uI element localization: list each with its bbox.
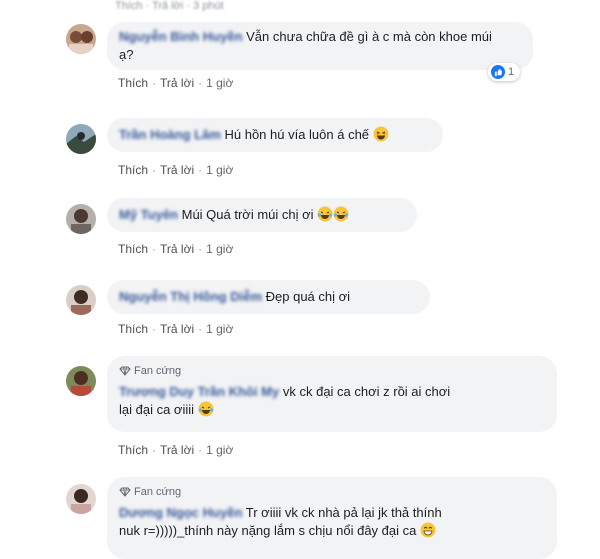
like-icon bbox=[491, 65, 505, 79]
laughing-emoji-icon bbox=[373, 126, 389, 142]
avatar[interactable] bbox=[66, 285, 96, 315]
comment-bubble: Fan cứng Dương Ngọc Huyền Tr ơiiii vk ck… bbox=[107, 477, 557, 559]
comment-text: nuk r=)))))_thính này nặng lắm s chịu nổ… bbox=[119, 523, 417, 538]
like-link[interactable]: Thích bbox=[118, 443, 148, 457]
comment-bubble: Trần Hoàng Lâm Hú hồn hú vía luôn á chế bbox=[107, 118, 443, 152]
comment-actions: Thích · Trả lời · 1 giờ bbox=[118, 242, 234, 256]
grinning-emoji-icon bbox=[420, 522, 436, 538]
like-link[interactable]: Thích bbox=[118, 76, 148, 90]
fan-badge[interactable]: Fan cứng bbox=[119, 483, 557, 501]
comment-actions: Thích · Trả lời · 1 giờ bbox=[118, 322, 234, 336]
comment-text: Múi Quá trời múi chị ơi bbox=[181, 207, 314, 222]
tears-of-joy-emoji-icon bbox=[333, 206, 349, 222]
comment-bubble: Nguyễn Bình Huyền Vẫn chưa chữa đề gì à … bbox=[107, 22, 533, 70]
avatar[interactable] bbox=[66, 366, 96, 396]
comment-text: lại đại ca ơiiii bbox=[119, 402, 194, 417]
comment-bubble: Fan cứng Trương Duy Trần Khôi My vk ck đ… bbox=[107, 356, 557, 432]
comment-text: Hú hồn hú vía luôn á chế bbox=[224, 127, 370, 142]
comment-actions: Thích · Trả lời · 1 giờ bbox=[118, 443, 234, 457]
comment-text: Vẫn chưa chữa đề gì à c mà còn khoe múi bbox=[246, 29, 492, 44]
like-link[interactable]: Thích bbox=[118, 322, 148, 336]
comment-actions: Thích · Trả lời · 1 giờ bbox=[118, 76, 234, 90]
comment-text: vk ck đại ca chơi z rồi ai chơi bbox=[282, 384, 451, 399]
tears-of-joy-emoji-icon bbox=[198, 401, 214, 417]
fan-badge[interactable]: Fan cứng bbox=[119, 362, 557, 380]
reply-link[interactable]: Trả lời bbox=[160, 163, 194, 177]
comment-bubble: Nguyễn Thị Hồng Diễm Đẹp quá chị ơi bbox=[107, 280, 430, 314]
reply-link[interactable]: Trả lời bbox=[160, 322, 194, 336]
comment-author[interactable]: Mỹ Tuyên bbox=[119, 207, 178, 222]
comment-author[interactable]: Trương Duy Trần Khôi My bbox=[119, 384, 279, 399]
avatar[interactable] bbox=[66, 204, 96, 234]
comment-time[interactable]: 1 giờ bbox=[206, 443, 233, 457]
faded-action-row: Thích · Trả lời · 3 phút bbox=[115, 0, 224, 12]
comment-text: ạ? bbox=[119, 47, 134, 62]
comment-time[interactable]: 1 giờ bbox=[206, 322, 233, 336]
comment-text: Đẹp quá chị ơi bbox=[265, 289, 351, 304]
comment-actions: Thích · Trả lời · 1 giờ bbox=[118, 163, 234, 177]
comment-author[interactable]: Dương Ngọc Huyền bbox=[119, 505, 242, 520]
comment-time[interactable]: 1 giờ bbox=[206, 76, 233, 90]
comment-author[interactable]: Nguyễn Bình Huyền bbox=[119, 29, 243, 44]
comment-author[interactable]: Nguyễn Thị Hồng Diễm bbox=[119, 289, 262, 304]
avatar[interactable] bbox=[66, 484, 96, 514]
comment-bubble: Mỹ Tuyên Múi Quá trời múi chị ơi bbox=[107, 198, 417, 232]
avatar[interactable] bbox=[66, 24, 96, 54]
avatar[interactable] bbox=[66, 124, 96, 154]
reply-link[interactable]: Trả lời bbox=[160, 242, 194, 256]
reply-link[interactable]: Trả lời bbox=[160, 76, 194, 90]
diamond-icon bbox=[119, 366, 131, 376]
reply-link[interactable]: Trả lời bbox=[160, 443, 194, 457]
like-link[interactable]: Thích bbox=[118, 242, 148, 256]
tears-of-joy-emoji-icon bbox=[317, 206, 333, 222]
comment-text: Tr ơiiii vk ck nhà pả lại jk thả thính bbox=[245, 505, 442, 520]
comment-time[interactable]: 1 giờ bbox=[206, 163, 233, 177]
reaction-count[interactable]: 1 bbox=[488, 63, 521, 81]
comment-author[interactable]: Trần Hoàng Lâm bbox=[119, 127, 221, 142]
diamond-icon bbox=[119, 487, 131, 497]
like-link[interactable]: Thích bbox=[118, 163, 148, 177]
comment-time[interactable]: 1 giờ bbox=[206, 242, 233, 256]
